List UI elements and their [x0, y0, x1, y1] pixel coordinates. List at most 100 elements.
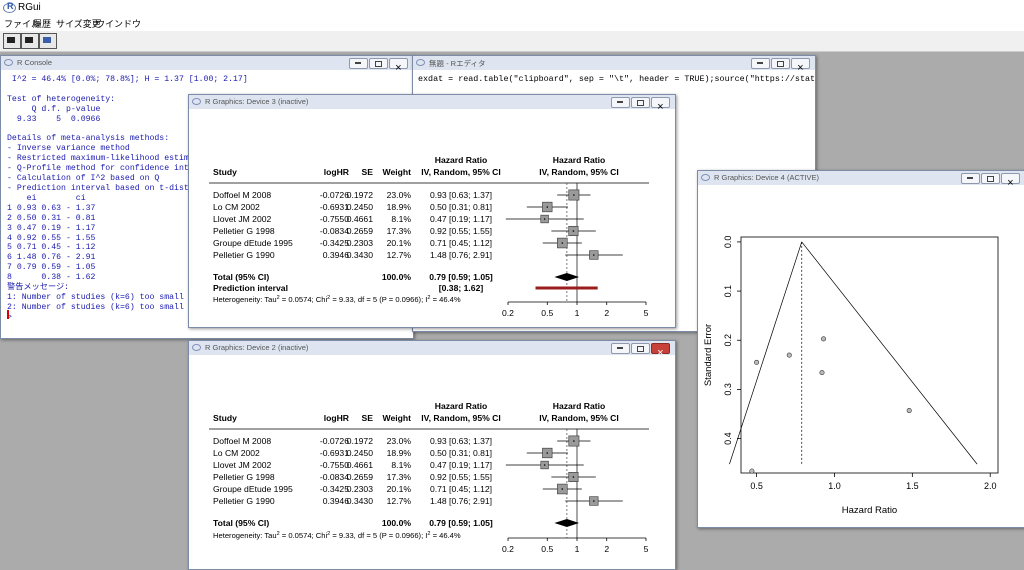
study-hr-ci: 1.48 [0.76; 2.91] [430, 496, 492, 506]
forest-plot-device2: Study logHR SE Weight Hazard Ratio IV, Random… [209, 401, 649, 554]
x-axis-tick-label: 1.5 [906, 481, 919, 491]
minimize-button[interactable] [611, 343, 630, 354]
r-logo-icon [192, 98, 201, 105]
funnel-point [906, 408, 912, 414]
study-point-center [546, 206, 549, 208]
study-se: 0.1972 [347, 436, 374, 446]
x-axis-tick-label: 2 [604, 308, 609, 318]
study-name: Groupe dEtude 1995 [213, 484, 293, 494]
funnel-plot: 0.5 1.0 1.5 2.0 Hazard Ratio 0.0 0.1 0.2 0.3 0.4 S… [703, 236, 999, 516]
close-button[interactable]: × [651, 343, 670, 359]
maximize-button[interactable] [981, 173, 1000, 184]
col-header-hr-plot-method: IV, Random, 95% CI [539, 167, 618, 177]
maximize-button[interactable] [771, 58, 790, 69]
study-point-center [543, 464, 546, 466]
r-logo-icon [192, 344, 201, 351]
funnel-point [749, 468, 755, 474]
col-header-hr: Hazard Ratio [435, 401, 488, 411]
study-se: 0.2659 [347, 226, 374, 236]
console-title: R Console [17, 58, 53, 67]
total-weight: 100.0% [382, 518, 412, 528]
menu-bar: ファイル 履歴 サイズ変更 ウインドウ [0, 16, 1024, 31]
total-weight: 100.0% [382, 272, 412, 282]
prediction-interval-bar [535, 286, 598, 290]
total-hr-ci: 0.79 [0.59; 1.05] [429, 518, 493, 528]
study-hr-ci: 0.71 [0.45; 1.12] [430, 484, 492, 494]
study-name: Lo CM 2002 [213, 448, 260, 458]
maximize-button[interactable] [631, 343, 650, 354]
r-logo-icon [416, 59, 425, 66]
print-icon[interactable] [21, 33, 39, 49]
app-title-bar: R RGui [0, 0, 1024, 16]
study-loghr: -0.3425 [320, 484, 349, 494]
study-weight: 12.7% [387, 250, 412, 260]
total-hr-ci: 0.79 [0.59; 1.05] [429, 272, 493, 282]
study-se: 0.4661 [347, 214, 374, 224]
total-diamond [554, 273, 580, 281]
close-button[interactable]: × [389, 58, 408, 74]
study-point-center [573, 440, 575, 442]
heterogeneity-text: Heterogeneity: Tau2 = 0.0574; Chi2 = 9.3… [213, 531, 461, 540]
col-header-hr-method: IV, Random, 95% CI [421, 413, 500, 423]
study-point-center [593, 254, 595, 256]
editor-title-bar[interactable]: 無題 - Rエディタ × [413, 56, 815, 74]
study-name: Pelletier G 1990 [213, 496, 275, 506]
col-header-loghr: logHR [324, 413, 350, 423]
minimize-button[interactable] [961, 173, 980, 184]
study-point-center [572, 476, 575, 478]
editor-code[interactable]: exdat = read.table("clipboard", sep = "\… [418, 74, 815, 85]
minimize-button[interactable] [349, 58, 368, 69]
y-axis-tick-label: 0.4 [723, 432, 733, 445]
study-loghr: -0.0834 [320, 472, 349, 482]
menu-resize[interactable]: サイズ変更 [56, 17, 101, 30]
close-button[interactable]: × [651, 97, 670, 113]
study-weight: 12.7% [387, 496, 412, 506]
graphics-device-2-window[interactable]: R Graphics: Device 2 (inactive) × Study l… [188, 340, 676, 570]
menu-history[interactable]: 履歴 [33, 17, 51, 30]
study-se: 0.4661 [347, 460, 374, 470]
study-hr-ci: 0.50 [0.31; 0.81] [430, 448, 492, 458]
study-name: Doffoel M 2008 [213, 190, 271, 200]
col-header-weight: Weight [383, 167, 412, 177]
console-title-bar[interactable]: R Console × [1, 56, 413, 74]
device4-title-bar[interactable]: R Graphics: Device 4 (ACTIVE) × [698, 171, 1024, 189]
study-weight: 23.0% [387, 190, 412, 200]
device3-title-bar[interactable]: R Graphics: Device 3 (inactive) × [189, 95, 675, 113]
minimize-button[interactable] [611, 97, 630, 108]
maximize-button[interactable] [631, 97, 650, 108]
console-icon[interactable] [39, 33, 57, 49]
study-name: Doffoel M 2008 [213, 436, 271, 446]
study-weight: 17.3% [387, 472, 412, 482]
close-button[interactable]: × [791, 58, 810, 74]
study-point-center [561, 488, 564, 490]
r-logo-icon: R [3, 1, 16, 13]
device2-title: R Graphics: Device 2 (inactive) [205, 343, 309, 352]
study-name: Pelletier G 1998 [213, 472, 275, 482]
study-point-center [593, 500, 595, 502]
maximize-button[interactable] [369, 58, 388, 69]
minimize-button[interactable] [751, 58, 770, 69]
x-axis-tick-label: 1 [575, 308, 580, 318]
study-hr-ci: 0.47 [0.19; 1.17] [430, 214, 492, 224]
x-axis-tick-label: 0.5 [541, 544, 553, 554]
prediction-ci: [0.38; 1.62] [439, 283, 484, 293]
close-button[interactable]: × [1001, 173, 1020, 189]
y-axis-tick-label: 0.0 [723, 236, 733, 249]
x-axis-tick-label: 2.0 [984, 481, 997, 491]
y-axis-tick-label: 0.3 [723, 383, 733, 396]
study-hr-ci: 0.71 [0.45; 1.12] [430, 238, 492, 248]
r-logo-icon [701, 174, 710, 181]
graphics-device-4-window[interactable]: R Graphics: Device 4 (ACTIVE) × 0.5 1.0 1.… [697, 170, 1024, 528]
device4-title: R Graphics: Device 4 (ACTIVE) [714, 173, 820, 182]
menu-window[interactable]: ウインドウ [96, 17, 141, 30]
study-loghr: -0.0726 [320, 436, 349, 446]
heterogeneity-part: = 46.4% [430, 531, 460, 540]
prediction-label: Prediction interval [213, 283, 288, 293]
funnel-point [819, 370, 825, 376]
device2-title-bar[interactable]: R Graphics: Device 2 (inactive) × [189, 341, 675, 359]
x-axis-tick-label: 1 [575, 544, 580, 554]
graphics-device-3-window[interactable]: R Graphics: Device 3 (inactive) × Study l… [188, 94, 676, 328]
open-script-icon[interactable] [3, 33, 21, 49]
col-header-loghr: logHR [324, 167, 350, 177]
study-se: 0.2450 [347, 202, 374, 212]
